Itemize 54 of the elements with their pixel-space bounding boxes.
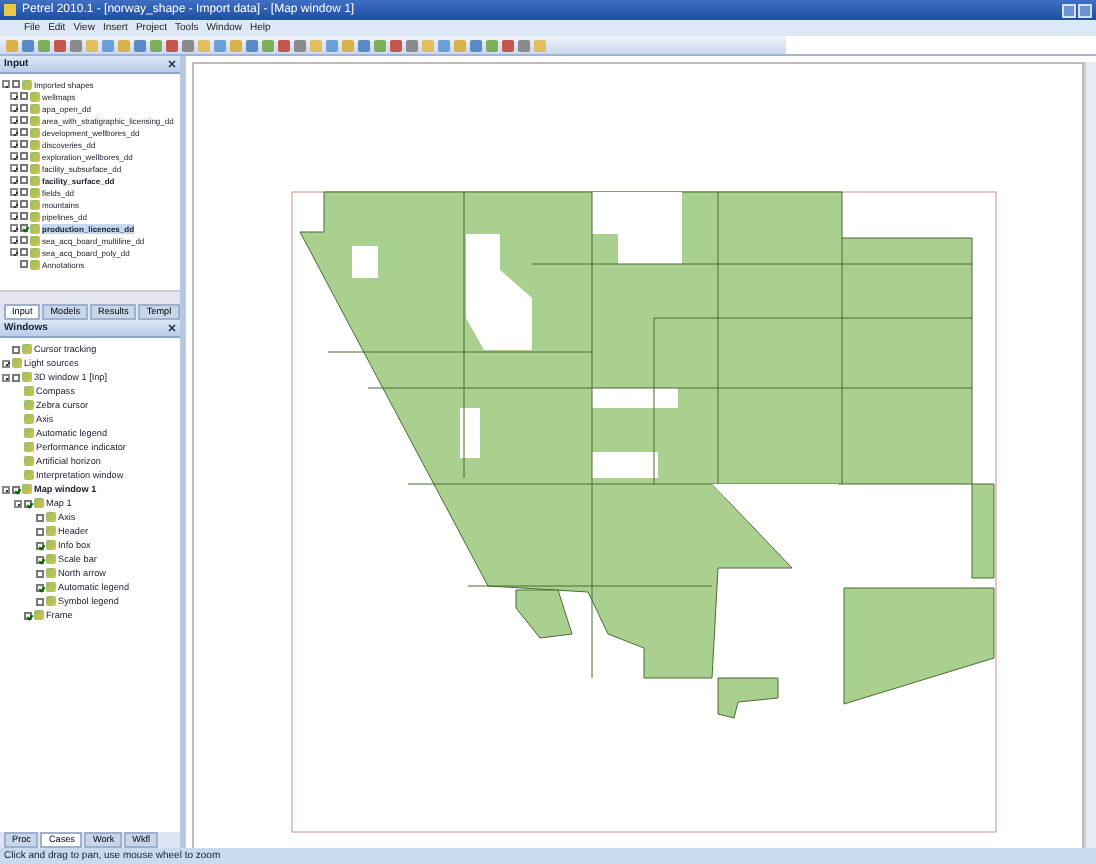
close-icon[interactable] — [168, 60, 176, 68]
expand-icon[interactable] — [10, 248, 18, 256]
expand-icon[interactable] — [2, 359, 10, 367]
expand-icon[interactable] — [10, 128, 18, 136]
checkbox[interactable] — [20, 92, 28, 100]
close-icon[interactable] — [168, 324, 176, 332]
expand-icon[interactable] — [10, 212, 18, 220]
checkbox[interactable] — [36, 583, 44, 591]
checkbox[interactable] — [24, 611, 32, 619]
checkbox[interactable] — [20, 248, 28, 256]
expand-icon[interactable] — [10, 236, 18, 244]
checkbox[interactable] — [12, 485, 20, 493]
expand-icon[interactable] — [10, 200, 18, 208]
checkbox[interactable] — [20, 104, 28, 112]
checkbox[interactable] — [20, 152, 28, 160]
checkbox[interactable] — [20, 188, 28, 196]
expand-icon[interactable] — [10, 152, 18, 160]
checkbox[interactable] — [20, 176, 28, 184]
expand-icon[interactable] — [10, 104, 18, 112]
checkbox[interactable] — [20, 212, 28, 220]
checkbox[interactable] — [20, 236, 28, 244]
expand-icon[interactable] — [10, 188, 18, 196]
minimize-icon[interactable] — [1062, 3, 1076, 17]
collapse-icon[interactable] — [2, 373, 10, 381]
checkbox[interactable] — [36, 597, 44, 605]
horizontal-scrollbar[interactable] — [0, 290, 180, 304]
checkbox[interactable] — [12, 80, 20, 88]
checkbox[interactable] — [20, 140, 28, 148]
checkbox[interactable] — [20, 128, 28, 136]
checkbox[interactable] — [36, 541, 44, 549]
checkbox[interactable] — [36, 527, 44, 535]
collapse-icon[interactable] — [2, 80, 10, 88]
checkbox[interactable] — [36, 555, 44, 563]
checkbox[interactable] — [12, 373, 20, 381]
checkbox[interactable] — [24, 499, 32, 507]
collapse-icon[interactable] — [2, 485, 10, 493]
maximize-icon[interactable] — [1078, 3, 1092, 17]
checkbox[interactable] — [36, 513, 44, 521]
checkbox[interactable] — [20, 116, 28, 124]
app-icon — [4, 4, 16, 16]
checkbox[interactable] — [36, 569, 44, 577]
vertical-scrollbar[interactable] — [1084, 62, 1096, 848]
checkbox[interactable] — [20, 260, 28, 268]
expand-icon[interactable] — [10, 140, 18, 148]
expand-icon[interactable] — [10, 116, 18, 124]
expand-icon[interactable] — [10, 224, 18, 232]
collapse-icon[interactable] — [14, 499, 22, 507]
checkbox[interactable] — [20, 224, 28, 232]
expand-icon[interactable] — [10, 92, 18, 100]
expand-icon[interactable] — [10, 164, 18, 172]
checkbox[interactable] — [20, 200, 28, 208]
checkbox[interactable] — [12, 345, 20, 353]
checkbox[interactable] — [20, 164, 28, 172]
expand-icon[interactable] — [10, 176, 18, 184]
